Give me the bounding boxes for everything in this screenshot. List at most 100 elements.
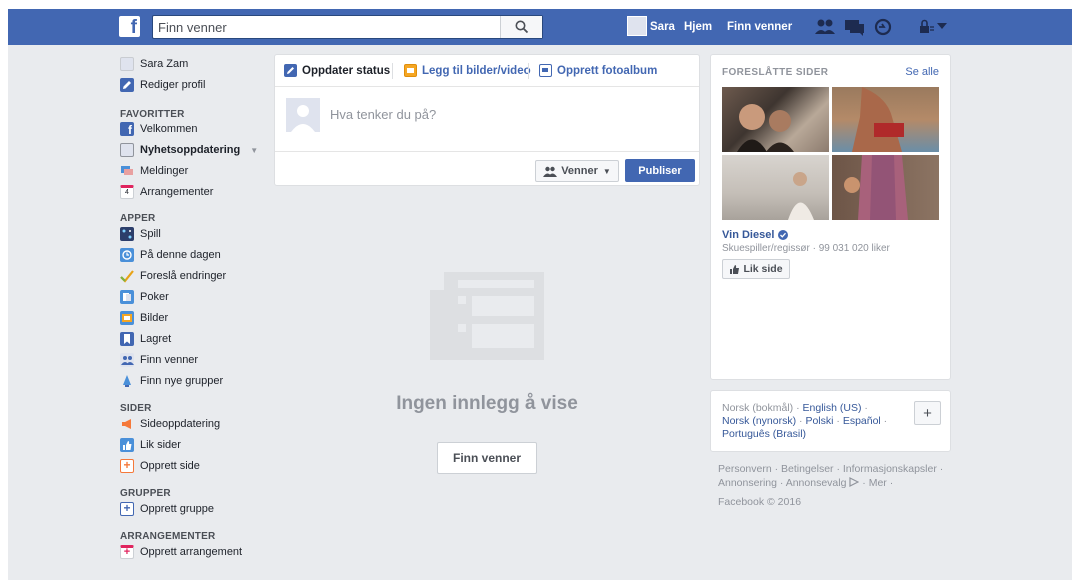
top-navigation-bar: f Sara Hjem Finn venner xyxy=(8,9,1072,45)
sidebar-item-label: Lik sider xyxy=(140,439,181,451)
status-input[interactable]: Hva tenker du på? xyxy=(330,107,436,122)
checkmark-icon xyxy=(120,269,134,283)
sidebar-item-find-friends[interactable]: Finn venner xyxy=(120,352,198,368)
language-link[interactable]: English (US) xyxy=(803,402,862,414)
footer-links[interactable]: Personvern · Betingelser · Informasjonsk… xyxy=(718,463,943,475)
page-name-label: Vin Diesel xyxy=(722,229,775,241)
add-event-icon: + xyxy=(120,545,134,559)
messages-icon[interactable] xyxy=(844,18,866,36)
sidebar-item-label: Sideoppdatering xyxy=(140,418,221,430)
profile-avatar[interactable] xyxy=(627,16,647,36)
like-page-label: Lik side xyxy=(743,263,783,275)
composer-tabs: Oppdater status Legg til bilder/video Op… xyxy=(275,55,699,87)
footer-more-link[interactable]: · Mer · xyxy=(862,477,893,489)
sidebar-item-label: Meldinger xyxy=(140,165,189,177)
suggested-page-photo[interactable] xyxy=(832,87,939,152)
section-title-pages: SIDER xyxy=(120,403,152,414)
thumbs-up-icon xyxy=(120,438,134,452)
audience-selector[interactable]: Venner ▼ xyxy=(535,160,619,182)
tab-create-album[interactable]: Opprett fotoalbum xyxy=(539,64,657,77)
notifications-icon[interactable] xyxy=(874,18,892,36)
more-languages-button[interactable]: + xyxy=(914,401,941,425)
section-title-groups: GRUPPER xyxy=(120,488,171,499)
sidebar-item-create-group[interactable]: + Opprett gruppe xyxy=(120,501,214,517)
sidebar-item-poker[interactable]: Poker xyxy=(120,289,169,305)
messages-icon xyxy=(120,164,134,178)
language-link[interactable]: Português (Brasil) xyxy=(722,428,806,440)
tab-divider xyxy=(392,63,393,79)
sidebar-item-find-groups[interactable]: Finn nye grupper xyxy=(120,373,223,389)
profile-link[interactable]: Sara xyxy=(650,21,675,33)
empty-feed-message: Ingen innlegg å vise xyxy=(396,393,578,414)
avatar xyxy=(120,57,134,71)
facebook-icon: f xyxy=(120,122,134,137)
sidebar-item-label: På denne dagen xyxy=(140,249,221,261)
suggested-page-photo[interactable] xyxy=(722,87,829,152)
pencil-icon xyxy=(284,64,297,77)
language-line: Português (Brasil) xyxy=(722,428,806,440)
search-button[interactable] xyxy=(500,16,542,38)
language-link[interactable]: Polski xyxy=(805,415,833,427)
verified-badge-icon xyxy=(778,230,789,240)
thumbs-up-icon xyxy=(730,264,740,274)
find-friends-button[interactable]: Finn venner xyxy=(437,442,537,474)
pencil-icon xyxy=(120,78,134,92)
section-title-favorites: FAVORITTER xyxy=(120,109,185,120)
poker-icon xyxy=(120,290,134,304)
sidebar-item-label: Spill xyxy=(140,228,161,240)
sidebar-item-suggest-edits[interactable]: Foreslå endringer xyxy=(120,268,226,284)
photos-icon xyxy=(120,311,134,325)
on-this-day-icon xyxy=(120,248,134,262)
sidebar-item-create-page[interactable]: + Opprett side xyxy=(120,458,200,474)
friend-requests-icon[interactable] xyxy=(814,18,836,36)
sidebar-item-label: Lagret xyxy=(140,333,172,345)
groups-icon xyxy=(120,374,134,388)
ad-choices-icon[interactable] xyxy=(849,477,860,487)
tab-label: Legg til bilder/video xyxy=(422,64,531,77)
sidebar-item-pages-feed[interactable]: Sideoppdatering xyxy=(120,416,220,432)
sidebar-item-photos[interactable]: Bilder xyxy=(120,310,168,326)
sidebar-item-messages[interactable]: Meldinger xyxy=(120,163,188,179)
sidebar-item-events[interactable]: 4 Arrangementer xyxy=(120,184,213,200)
home-link[interactable]: Hjem xyxy=(684,21,712,33)
tab-label: Oppdater status xyxy=(302,64,391,77)
suggested-page-photo[interactable] xyxy=(832,155,939,220)
sidebar-item-create-event[interactable]: + Opprett arrangement xyxy=(120,544,242,560)
publish-button[interactable]: Publiser xyxy=(625,159,695,182)
tab-divider xyxy=(528,63,529,79)
find-friends-link[interactable]: Finn venner xyxy=(727,21,792,33)
language-link[interactable]: Norsk (nynorsk) xyxy=(722,415,796,427)
find-friends-icon xyxy=(120,353,134,367)
sidebar-item-edit-profile[interactable]: Rediger profil xyxy=(120,77,205,93)
suggested-page-name[interactable]: Vin Diesel xyxy=(722,229,789,241)
like-page-button[interactable]: Lik side xyxy=(722,259,790,279)
news-feed-icon xyxy=(120,143,134,157)
search-input[interactable] xyxy=(158,16,498,38)
sidebar-item-welcome[interactable]: f Velkommen xyxy=(120,121,197,137)
sidebar-item-news-feed[interactable]: Nyhetsoppdatering ▼ xyxy=(120,142,258,158)
sidebar-profile-name: Sara Zam xyxy=(140,58,189,70)
sidebar-item-saved[interactable]: Lagret xyxy=(120,331,171,347)
facebook-logo-icon[interactable]: f xyxy=(119,16,140,37)
photo-icon xyxy=(404,64,417,77)
sidebar-profile[interactable]: Sara Zam xyxy=(120,56,188,72)
separator: · xyxy=(793,402,803,414)
suggested-page-meta: Skuespiller/regissør · 99 031 020 liker xyxy=(722,243,890,254)
language-box: Norsk (bokmål) · English (US) · Norsk (n… xyxy=(710,390,951,452)
sidebar-item-games[interactable]: Spill xyxy=(120,226,161,242)
language-line: Norsk (bokmål) · English (US) · xyxy=(722,402,868,414)
tab-update-status[interactable]: Oppdater status xyxy=(284,64,390,77)
privacy-shortcuts-icon[interactable] xyxy=(918,18,934,36)
search-icon xyxy=(515,20,529,34)
chevron-down-icon[interactable]: ▼ xyxy=(250,146,258,155)
sidebar-item-label: Foreslå endringer xyxy=(140,270,227,282)
see-all-link[interactable]: Se alle xyxy=(905,66,939,78)
tab-add-photo-video[interactable]: Legg til bilder/video xyxy=(404,64,531,77)
language-link[interactable]: Español xyxy=(843,415,881,427)
suggested-pages-title: FORESLÅTTE SIDER xyxy=(722,67,829,78)
suggested-page-photo[interactable] xyxy=(722,155,829,220)
sidebar-item-like-pages[interactable]: Lik sider xyxy=(120,437,181,453)
sidebar-item-on-this-day[interactable]: På denne dagen xyxy=(120,247,221,263)
account-menu-caret-icon[interactable] xyxy=(937,23,947,31)
footer-ad-links[interactable]: Annonsering · Annonsevalg xyxy=(718,477,846,489)
